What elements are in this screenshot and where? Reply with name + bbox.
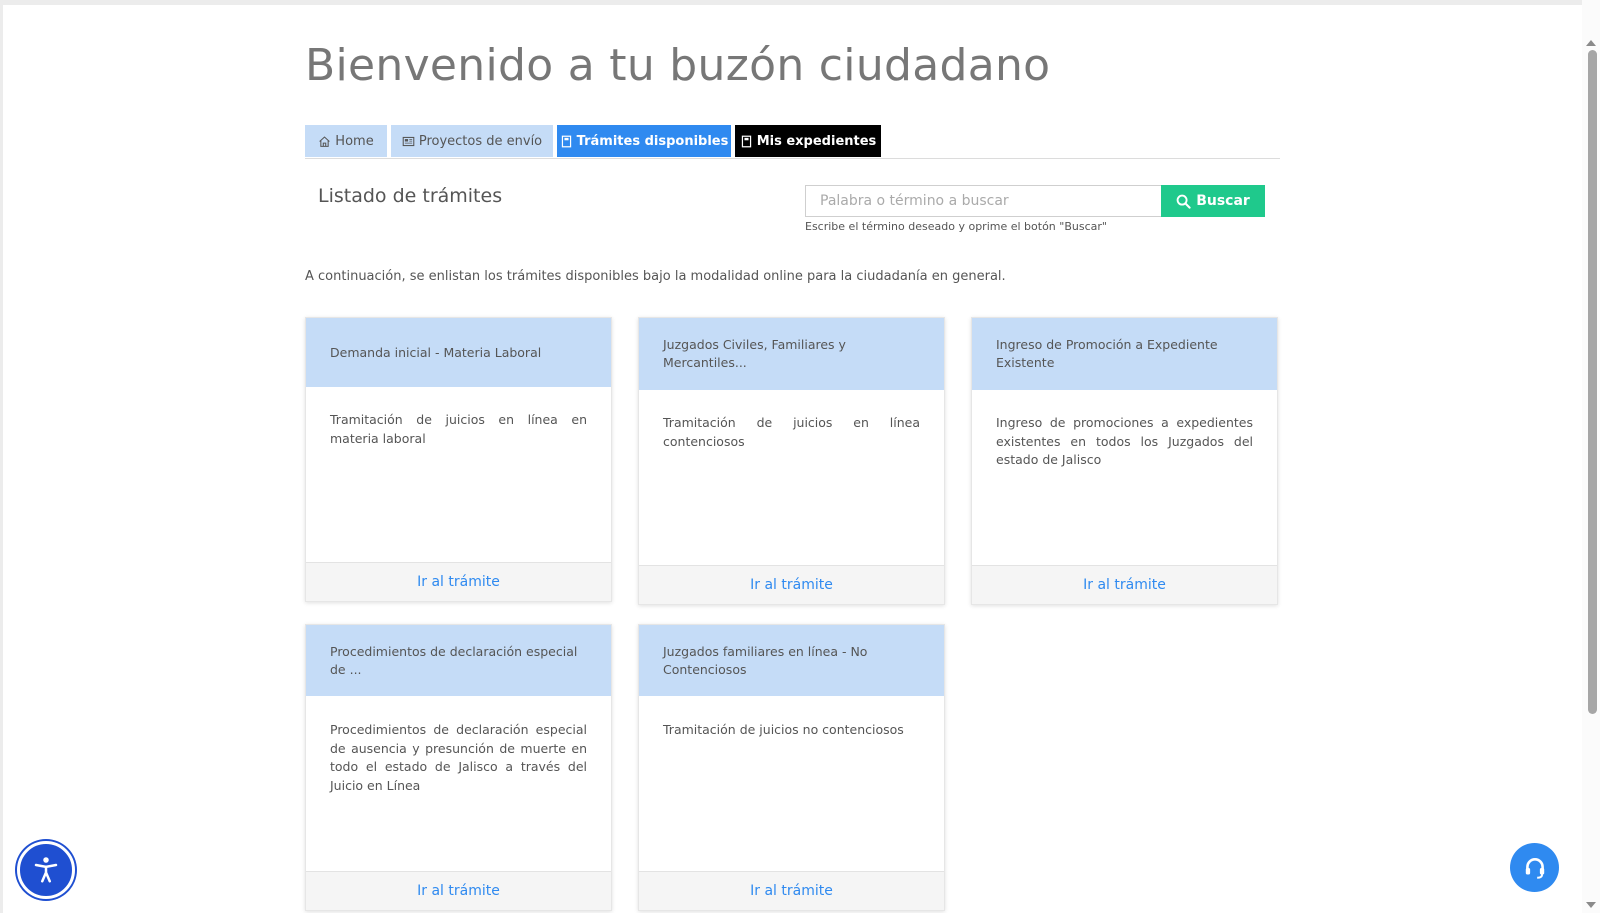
card-header: Demanda inicial - Materia Laboral [306, 318, 611, 387]
tab-label: Proyectos de envío [418, 133, 543, 149]
card-title: Procedimientos de declaración especial d… [330, 643, 578, 677]
page-title: Bienvenido a tu buzón ciudadano [305, 40, 1051, 91]
card-link[interactable]: Ir al trámite [306, 871, 611, 910]
tab-label: Home [335, 133, 374, 149]
support-button[interactable] [1510, 843, 1559, 892]
card-description: Tramitación de juicios no contenciosos [663, 722, 904, 737]
card-description: Tramitación de juicios en línea contenci… [663, 415, 920, 449]
scroll-up-arrow-icon[interactable] [1586, 40, 1596, 46]
accessibility-icon [34, 857, 58, 883]
tab-proyectos-de-envio[interactable]: Proyectos de envío [391, 125, 553, 157]
top-strip [0, 0, 1600, 5]
search-button[interactable]: Buscar [1161, 185, 1265, 217]
vertical-scrollbar[interactable] [1582, 0, 1600, 913]
scroll-thumb[interactable] [1588, 50, 1597, 714]
tab-mis-expedientes[interactable]: Mis expedientes [735, 125, 881, 157]
card-title: Demanda inicial - Materia Laboral [330, 344, 542, 360]
card-description: Ingreso de promociones a expedientes exi… [996, 415, 1253, 467]
card-link[interactable]: Ir al trámite [972, 565, 1277, 604]
tab-bar: Home Proyectos de envío Trámites disponi… [305, 125, 1280, 159]
tab-home[interactable]: Home [305, 125, 387, 157]
headset-icon [1525, 857, 1544, 879]
card-link[interactable]: Ir al trámite [306, 562, 611, 601]
tramite-card: Demanda inicial - Materia Laboral Tramit… [305, 317, 612, 602]
accessibility-button[interactable] [17, 841, 75, 899]
tab-label: Trámites disponibles [576, 133, 729, 149]
tab-label: Mis expedientes [756, 133, 877, 149]
intro-text: A continuación, se enlistan los trámites… [305, 269, 1006, 284]
card-title: Juzgados Civiles, Familiares y Mercantil… [663, 337, 846, 370]
newspaper-icon [402, 136, 415, 146]
book-icon [741, 135, 751, 147]
search-button-label: Buscar [1196, 193, 1250, 209]
tramite-card: Ingreso de Promoción a Expediente Existe… [971, 317, 1278, 605]
search-input[interactable] [805, 185, 1161, 217]
scroll-down-arrow-icon[interactable] [1586, 902, 1596, 908]
tramite-card: Juzgados familiares en línea - No Conten… [638, 624, 945, 911]
card-description: Tramitación de juicios en línea en mater… [330, 412, 587, 446]
tab-tramites-disponibles[interactable]: Trámites disponibles [557, 125, 731, 157]
tramite-card: Juzgados Civiles, Familiares y Mercantil… [638, 317, 945, 605]
tramite-card: Procedimientos de declaración especial d… [305, 624, 612, 911]
card-title: Juzgados familiares en línea - No Conten… [663, 643, 868, 677]
search-icon [1176, 194, 1191, 209]
listing-title: Listado de trámites [318, 185, 503, 207]
card-title: Ingreso de Promoción a Expediente Existe… [996, 337, 1218, 370]
card-link[interactable]: Ir al trámite [639, 565, 944, 604]
card-header: Juzgados Civiles, Familiares y Mercantil… [639, 318, 944, 390]
card-header: Ingreso de Promoción a Expediente Existe… [972, 318, 1277, 390]
card-link[interactable]: Ir al trámite [639, 871, 944, 910]
left-edge [0, 0, 3, 913]
book-icon [561, 135, 571, 147]
card-description: Procedimientos de declaración especial d… [330, 722, 587, 793]
card-header: Juzgados familiares en línea - No Conten… [639, 625, 944, 696]
search-hint: Escribe el término deseado y oprime el b… [805, 220, 1107, 233]
home-icon [319, 135, 331, 147]
card-header: Procedimientos de declaración especial d… [306, 625, 611, 696]
